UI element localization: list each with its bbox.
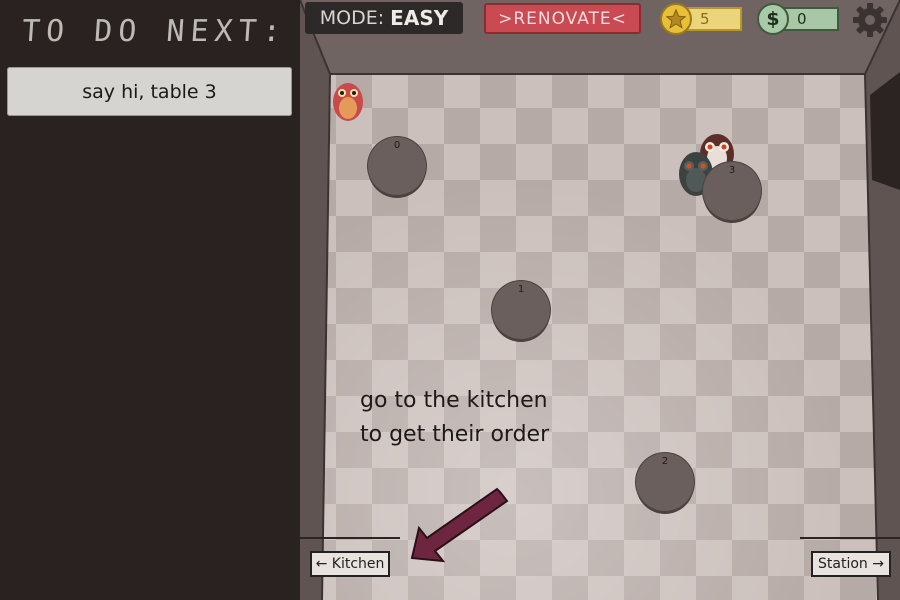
star-icon <box>660 3 692 35</box>
table-0[interactable]: 0 <box>368 137 426 195</box>
table-1[interactable]: 1 <box>492 281 550 339</box>
restaurant-room: 0 3 1 2 <box>300 0 900 600</box>
settings-gear-icon[interactable] <box>852 2 888 38</box>
player-owl <box>333 83 363 121</box>
star-count: 5 <box>686 7 742 31</box>
table-number: 2 <box>661 456 669 467</box>
table-2[interactable]: 2 <box>636 453 694 511</box>
mode-badge: MODE: EASY <box>305 2 463 34</box>
cash-amount: 0 <box>783 7 839 31</box>
mode-label: MODE: <box>319 7 385 29</box>
dollar-icon: $ <box>757 3 789 35</box>
cash-counter: 0 $ <box>757 3 839 35</box>
todo-task-item[interactable]: say hi, table 3 <box>7 67 292 116</box>
station-door-button[interactable]: Station → <box>811 551 891 577</box>
table-number: 0 <box>393 140 401 151</box>
table-3[interactable]: 3 <box>703 162 761 220</box>
mode-value: EASY <box>390 6 449 30</box>
todo-title: TO DO NEXT: <box>20 14 288 49</box>
renovate-button[interactable]: >RENOVATE< <box>484 3 641 34</box>
room-floor <box>300 0 900 600</box>
todo-sidebar: TO DO NEXT: say hi, table 3 <box>0 0 300 600</box>
star-counter: 5 <box>660 3 744 35</box>
kitchen-door-button[interactable]: ← Kitchen <box>310 551 390 577</box>
table-number: 3 <box>728 165 736 176</box>
tutorial-hint-text: go to the kitchen to get their order <box>360 388 550 447</box>
table-number: 1 <box>517 284 525 295</box>
